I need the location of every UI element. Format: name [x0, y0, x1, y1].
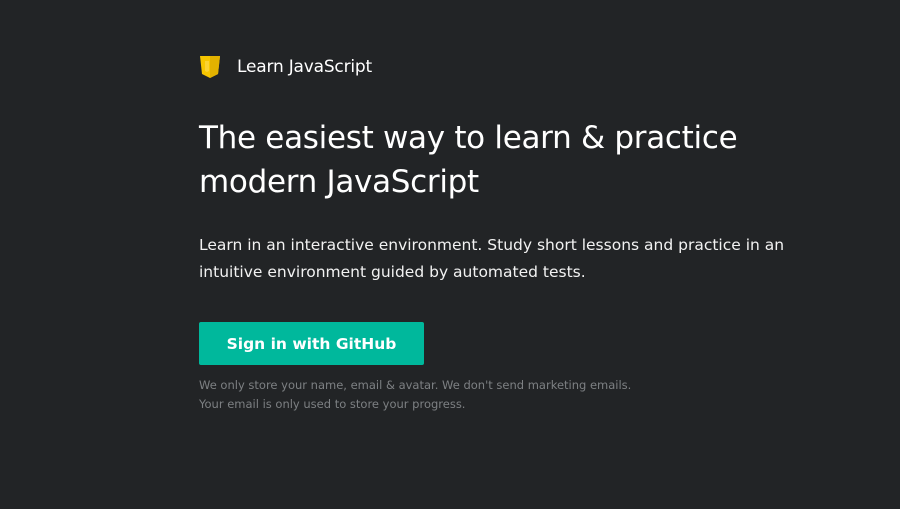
- brand-header: Learn JavaScript: [199, 54, 799, 80]
- headline-line-2: modern JavaScript: [199, 164, 479, 200]
- privacy-note: We only store your name, email & avatar.…: [199, 376, 799, 414]
- privacy-note-line-2: Your email is only used to store your pr…: [199, 397, 466, 411]
- sign-in-with-github-button[interactable]: Sign in with GitHub: [199, 322, 424, 365]
- privacy-note-line-1: We only store your name, email & avatar.…: [199, 378, 632, 392]
- headline-line-1: The easiest way to learn & practice: [199, 120, 738, 156]
- js-shield-icon: [200, 56, 220, 78]
- landing-page: Learn JavaScript The easiest way to lear…: [0, 0, 900, 509]
- intro-line-2: intuitive environment guided by automate…: [199, 263, 586, 281]
- intro-text: Learn in an interactive environment. Stu…: [199, 232, 789, 286]
- intro-line-1: Learn in an interactive environment. Stu…: [199, 236, 785, 254]
- main-content: Learn JavaScript The easiest way to lear…: [199, 54, 799, 414]
- page-headline: The easiest way to learn & practice mode…: [199, 116, 799, 204]
- brand-title: Learn JavaScript: [237, 57, 372, 77]
